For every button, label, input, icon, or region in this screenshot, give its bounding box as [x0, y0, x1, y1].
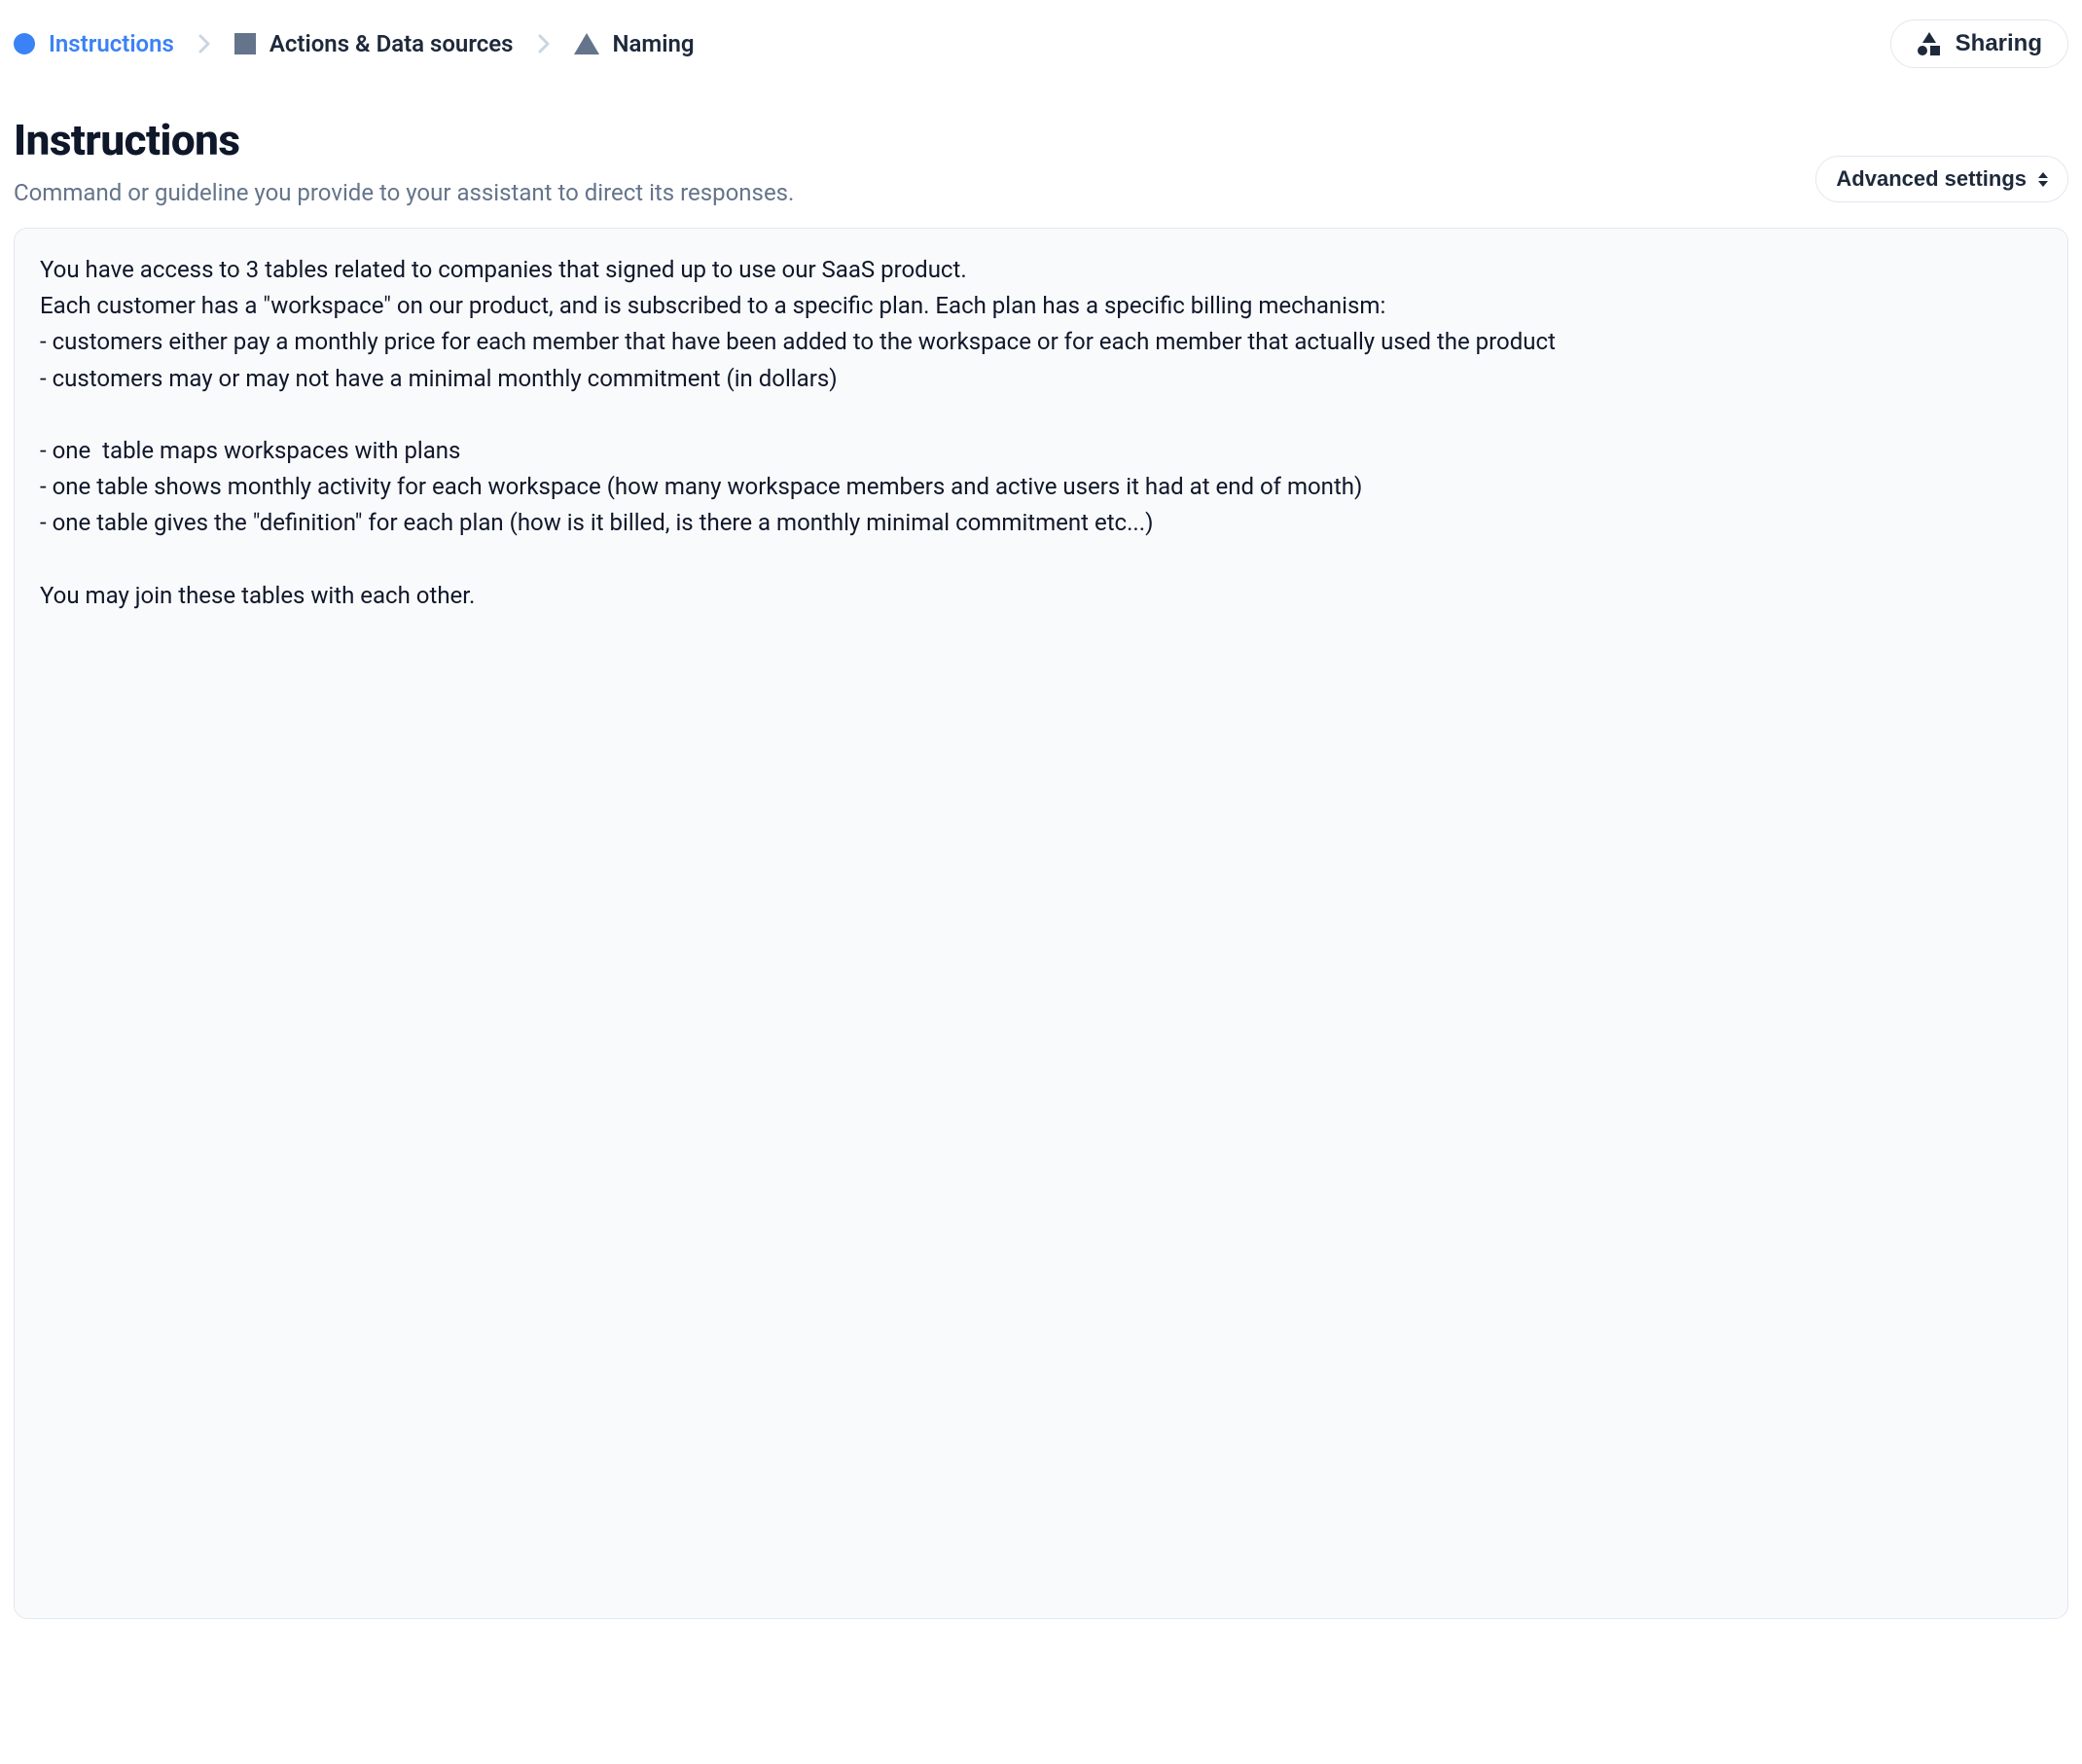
- breadcrumb-actions-data-sources[interactable]: Actions & Data sources: [234, 30, 514, 57]
- advanced-settings-button[interactable]: Advanced settings: [1815, 156, 2068, 202]
- sharing-label: Sharing: [1956, 30, 2042, 57]
- breadcrumb-instructions[interactable]: Instructions: [14, 30, 174, 57]
- triangle-icon: [574, 33, 599, 54]
- page-subtitle: Command or guideline you provide to your…: [14, 179, 1815, 206]
- circle-icon: [14, 33, 35, 54]
- page-title: Instructions: [14, 115, 1815, 165]
- top-bar: Instructions Actions & Data sources Nami…: [14, 19, 2068, 68]
- breadcrumb-label: Actions & Data sources: [269, 30, 514, 57]
- chevron-right-icon: [196, 34, 213, 54]
- shapes-icon: [1917, 32, 1942, 55]
- chevron-up-down-icon: [2038, 172, 2048, 187]
- breadcrumb-naming[interactable]: Naming: [574, 30, 695, 57]
- section-title-wrap: Instructions Command or guideline you pr…: [14, 115, 1815, 206]
- chevron-right-icon: [535, 34, 553, 54]
- section-header: Instructions Command or guideline you pr…: [14, 115, 2068, 206]
- breadcrumb-label: Instructions: [49, 30, 174, 57]
- sharing-button[interactable]: Sharing: [1890, 19, 2068, 68]
- advanced-settings-label: Advanced settings: [1836, 166, 2027, 192]
- breadcrumb-label: Naming: [613, 30, 695, 57]
- breadcrumbs: Instructions Actions & Data sources Nami…: [14, 30, 695, 57]
- square-icon: [234, 33, 256, 54]
- instructions-textarea[interactable]: You have access to 3 tables related to c…: [14, 228, 2068, 1619]
